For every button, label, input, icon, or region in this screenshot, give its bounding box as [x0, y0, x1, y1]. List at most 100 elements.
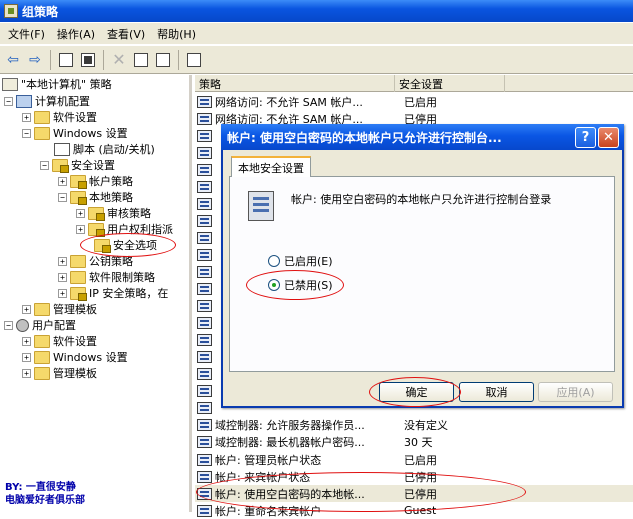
- radio-button-checked-icon[interactable]: [268, 279, 280, 291]
- collapse-toggle-icon[interactable]: −: [22, 128, 31, 138]
- tree-label: 管理模板: [53, 303, 97, 316]
- policy-name: 帐户: 来宾帐户状态: [215, 470, 311, 484]
- table-row[interactable]: 域控制器: 最长机器帐户密码... 30 天: [195, 433, 633, 450]
- policy-icon: [197, 384, 212, 397]
- tree-item-user-software-settings[interactable]: + 软件设置: [22, 333, 97, 349]
- show-hide-tree-icon[interactable]: [77, 49, 99, 71]
- tree-label: 用户配置: [32, 319, 76, 332]
- tree-item-windows-settings[interactable]: − Windows 设置: [22, 125, 128, 141]
- expand-toggle-icon[interactable]: +: [76, 208, 85, 218]
- table-row[interactable]: 帐户: 来宾帐户状态 已停用: [195, 468, 633, 485]
- expand-toggle-icon[interactable]: +: [22, 352, 31, 362]
- table-row[interactable]: 网络访问: 不允许 SAM 帐户... 已启用: [195, 93, 633, 110]
- tree-item-local-policies[interactable]: − 本地策略: [58, 189, 133, 205]
- tab-local-security-setting[interactable]: 本地安全设置: [231, 156, 311, 177]
- policy-icon: [197, 487, 212, 500]
- folder-icon: [70, 254, 86, 268]
- dialog-close-button[interactable]: ✕: [598, 127, 619, 148]
- tree-item-software-restriction[interactable]: + 软件限制策略: [58, 269, 155, 285]
- policy-icon: [197, 316, 212, 329]
- column-header-policy[interactable]: 策略: [195, 75, 395, 92]
- menu-action[interactable]: 操作(A): [51, 26, 101, 42]
- expand-toggle-icon[interactable]: +: [22, 336, 31, 346]
- radio-enabled[interactable]: 已启用(E): [268, 253, 333, 269]
- collapse-toggle-icon[interactable]: −: [58, 192, 67, 202]
- collapse-toggle-icon[interactable]: −: [4, 96, 13, 106]
- security-policy-icon: [248, 191, 274, 221]
- apply-button[interactable]: 应用(A): [538, 382, 613, 402]
- tree-item-account-policies[interactable]: + 帐户策略: [58, 173, 133, 189]
- properties-icon[interactable]: [130, 49, 152, 71]
- policy-icon: [197, 95, 212, 108]
- expand-toggle-icon[interactable]: +: [22, 368, 31, 378]
- properties-glyph: [134, 52, 148, 67]
- policy-setting: 30 天: [404, 435, 433, 449]
- tree-item-security-settings[interactable]: − 安全设置: [40, 157, 115, 173]
- menu-file[interactable]: 文件(F): [2, 26, 51, 42]
- expand-toggle-icon[interactable]: +: [58, 176, 67, 186]
- policy-name: 帐户: 管理员帐户状态: [215, 453, 322, 467]
- back-arrow-icon[interactable]: ⇦: [2, 49, 24, 71]
- export-list-icon[interactable]: [152, 49, 174, 71]
- radio-button-icon[interactable]: [268, 255, 280, 267]
- expand-toggle-icon[interactable]: +: [22, 112, 31, 122]
- expand-toggle-icon[interactable]: +: [58, 256, 67, 266]
- help-icon[interactable]: [183, 49, 205, 71]
- expand-toggle-icon[interactable]: +: [58, 272, 67, 282]
- collapse-toggle-icon[interactable]: −: [4, 320, 13, 330]
- tree-item-user-admin-templates[interactable]: + 管理模板: [22, 365, 97, 381]
- table-row[interactable]: 帐户: 重命名来宾帐户 Guest: [195, 502, 633, 519]
- toolbar-separator: [50, 49, 51, 70]
- table-row[interactable]: 域控制器: 允许服务器操作员... 没有定义: [195, 416, 633, 433]
- policy-icon: [197, 248, 212, 261]
- tree-item-user-windows-settings[interactable]: + Windows 设置: [22, 349, 128, 365]
- policy-icon: [197, 112, 212, 125]
- tree-label: 管理模板: [53, 367, 97, 380]
- policy-icon: [197, 163, 212, 176]
- tree-item-root[interactable]: "本地计算机" 策略: [2, 76, 112, 92]
- tree-label: 软件限制策略: [89, 271, 155, 284]
- tree-item-public-key[interactable]: + 公钥策略: [58, 253, 133, 269]
- forward-arrow-icon[interactable]: ⇨: [24, 49, 46, 71]
- policy-icon: [197, 367, 212, 380]
- tree-item-admin-templates[interactable]: + 管理模板: [22, 301, 97, 317]
- dialog-help-button[interactable]: ?: [575, 127, 596, 148]
- tree-item-security-options[interactable]: 安全选项: [94, 237, 157, 253]
- radio-disabled[interactable]: 已禁用(S): [268, 277, 333, 293]
- column-header-setting[interactable]: 安全设置: [395, 75, 505, 92]
- policy-name: 网络访问: 不允许 SAM 帐户...: [215, 95, 363, 109]
- table-row-selected[interactable]: 帐户: 使用空白密码的本地帐... 已停用: [195, 485, 633, 502]
- policy-icon: [197, 299, 212, 312]
- security-folder-icon: [52, 158, 69, 173]
- ok-button[interactable]: 确定: [379, 382, 454, 402]
- policy-icon: [2, 77, 18, 91]
- expand-toggle-icon[interactable]: +: [22, 304, 31, 314]
- expand-toggle-icon[interactable]: +: [58, 288, 67, 298]
- tree-item-user-config[interactable]: − 用户配置: [4, 317, 76, 333]
- tree-label: 用户权利指派: [107, 223, 173, 236]
- policy-icon: [197, 401, 212, 414]
- up-folder-icon[interactable]: [55, 49, 77, 71]
- tree-item-audit-policy[interactable]: + 审核策略: [76, 205, 151, 221]
- delete-icon[interactable]: ✕: [108, 49, 130, 71]
- tree-item-scripts[interactable]: 脚本 (启动/关机): [54, 141, 155, 157]
- cancel-button[interactable]: 取消: [459, 382, 534, 402]
- table-row[interactable]: 帐户: 管理员帐户状态 已启用: [195, 451, 633, 468]
- folder-icon: [70, 270, 86, 284]
- toolbar: ⇦ ⇨ ✕: [0, 46, 633, 74]
- collapse-toggle-icon[interactable]: −: [40, 160, 49, 170]
- list-header: 策略 安全设置: [195, 75, 633, 92]
- tree-item-user-rights[interactable]: + 用户权利指派: [76, 221, 173, 237]
- tree-label: 安全选项: [113, 239, 157, 252]
- security-folder-icon: [88, 222, 105, 237]
- menu-help[interactable]: 帮助(H): [151, 26, 202, 42]
- up-folder-glyph: [59, 52, 73, 67]
- security-folder-icon: [70, 190, 87, 205]
- policy-description: 帐户: 使用空白密码的本地帐户只允许进行控制台登录: [291, 193, 552, 206]
- expand-toggle-icon[interactable]: +: [76, 224, 85, 234]
- tree-item-computer-config[interactable]: − 计算机配置: [4, 93, 90, 109]
- menu-view[interactable]: 查看(V): [101, 26, 151, 42]
- policy-name: 域控制器: 最长机器帐户密码...: [215, 435, 365, 449]
- tree-item-ip-security[interactable]: + IP 安全策略，在: [58, 285, 168, 301]
- tree-item-software-settings[interactable]: + 软件设置: [22, 109, 97, 125]
